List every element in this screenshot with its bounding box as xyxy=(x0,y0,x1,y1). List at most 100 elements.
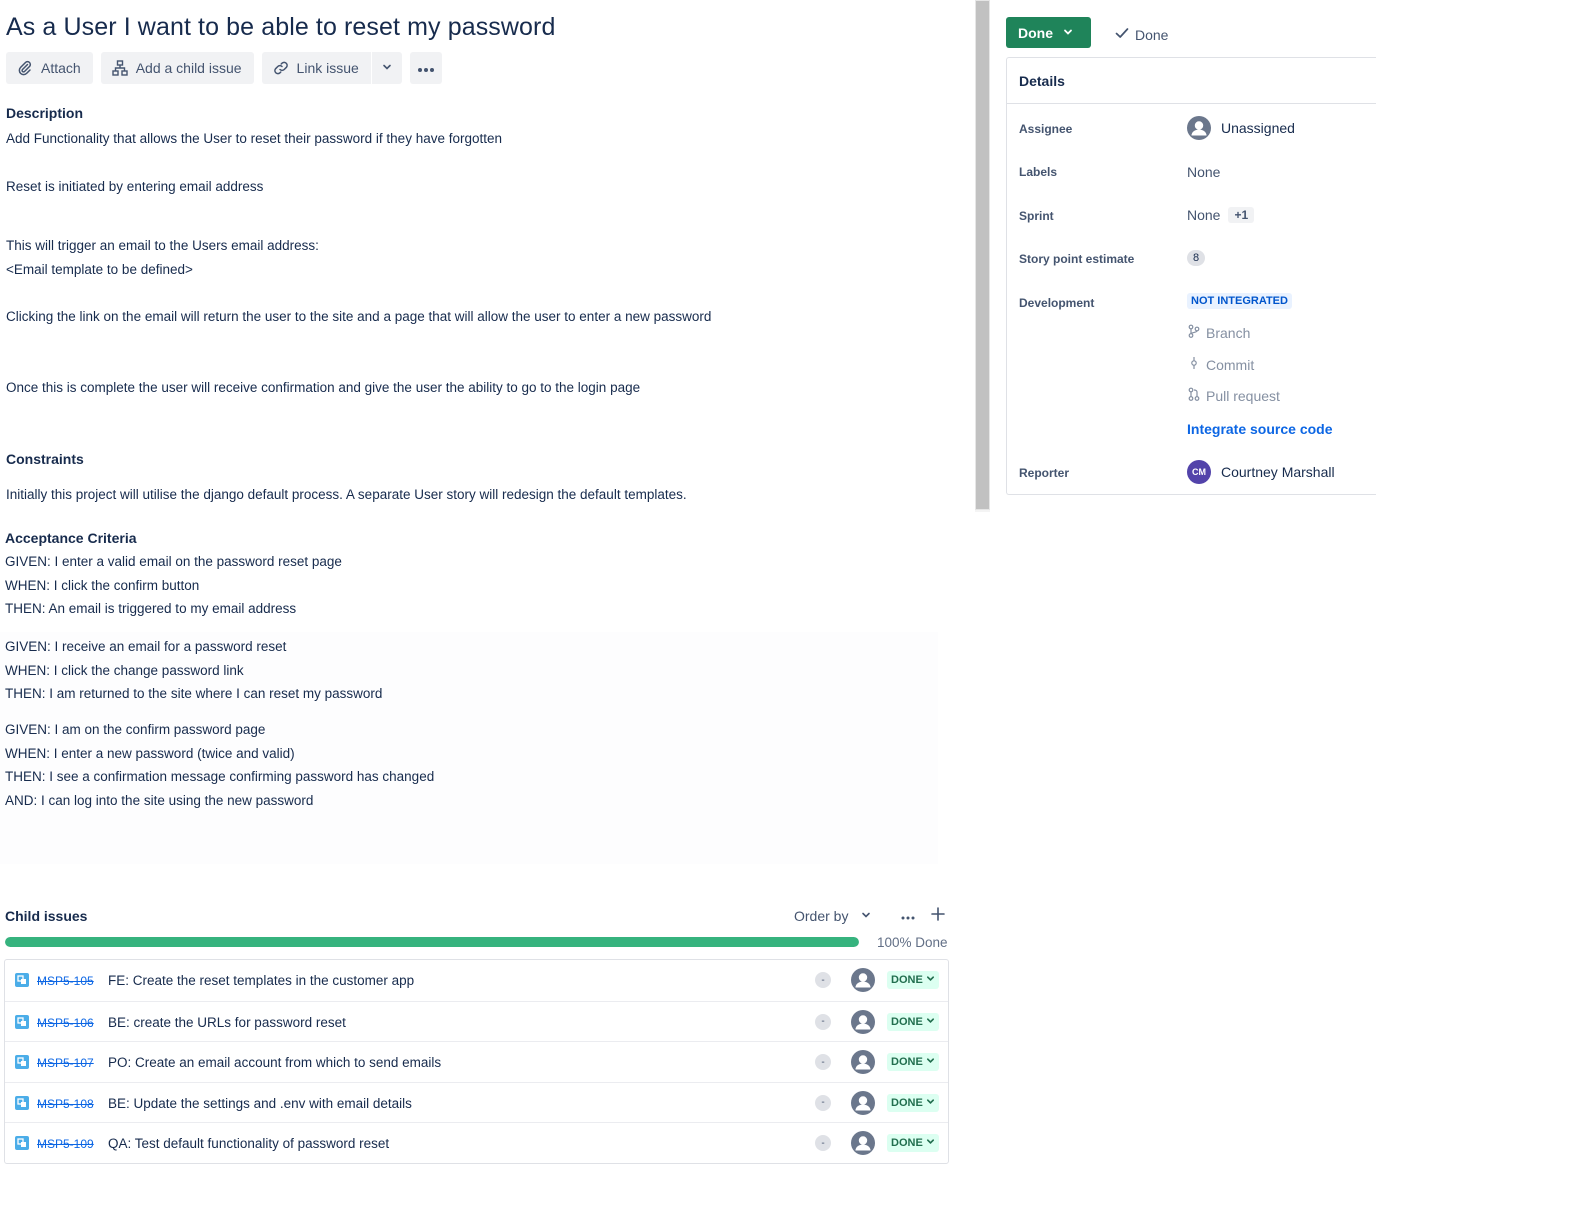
description-paragraph: Clicking the link on the email will retu… xyxy=(6,309,712,324)
add-child-issue-label: Add a child issue xyxy=(135,60,242,76)
story-point-field[interactable]: 8 xyxy=(1187,250,1205,266)
description-heading: Description xyxy=(6,105,84,121)
paperclip-icon xyxy=(16,59,34,77)
integrate-source-code-link[interactable]: Integrate source code xyxy=(1187,421,1333,437)
status-dropdown[interactable]: DONE xyxy=(887,1134,939,1152)
development-field: NOT INTEGRATED xyxy=(1187,293,1292,309)
subtask-icon xyxy=(15,1014,29,1029)
issue-summary[interactable]: BE: Update the settings and .env with em… xyxy=(108,1096,412,1111)
assignee-field[interactable]: Unassigned xyxy=(1187,116,1295,140)
status-dropdown[interactable]: DONE xyxy=(887,1012,939,1031)
link-issue-label: Link issue xyxy=(296,60,359,76)
link-issue-dropdown-button[interactable] xyxy=(371,52,402,84)
development-status-lozenge: NOT INTEGRATED xyxy=(1187,293,1292,309)
table-row[interactable]: MSP5-109 QA: Test default functionality … xyxy=(5,1122,948,1163)
scrollbar-thumb[interactable] xyxy=(975,0,990,510)
status-dropdown[interactable]: DONE xyxy=(887,1093,939,1112)
link-issue-button[interactable]: Link issue xyxy=(261,52,371,84)
labels-value: None xyxy=(1187,164,1221,180)
attach-button[interactable]: Attach xyxy=(6,52,93,84)
add-child-issue-plus-button[interactable] xyxy=(928,904,948,928)
add-child-issue-button[interactable]: Add a child issue xyxy=(100,52,254,84)
status-label: DONE xyxy=(891,1096,923,1109)
issue-toolbar: Attach Add a child issue Link issue xyxy=(6,52,442,84)
chevron-down-icon xyxy=(926,1137,935,1149)
pull-request-label: Pull request xyxy=(1206,387,1280,404)
status-transition-button[interactable]: Done xyxy=(1006,17,1091,48)
attach-label: Attach xyxy=(41,60,81,76)
status-label: DONE xyxy=(891,1056,923,1068)
issue-summary[interactable]: PO: Create an email account from which t… xyxy=(108,1055,441,1070)
priority-icon: - xyxy=(815,1054,831,1070)
description-paragraph: Once this is complete the user will rece… xyxy=(6,380,641,395)
issue-key-link[interactable]: MSP5-105 xyxy=(37,974,94,988)
sprint-label: Sprint xyxy=(1019,209,1054,223)
table-row[interactable]: MSP5-106 BE: create the URLs for passwor… xyxy=(5,1000,948,1042)
order-by-label: Order by xyxy=(794,908,849,924)
pull-request-icon xyxy=(1188,387,1200,404)
status-label: DONE xyxy=(891,974,923,986)
development-label: Development xyxy=(1019,296,1095,310)
subtask-icon xyxy=(15,1136,29,1150)
scrollbar[interactable] xyxy=(975,0,990,512)
branch-label: Branch xyxy=(1206,324,1251,341)
branch-link[interactable]: Branch xyxy=(1188,324,1250,341)
status-dropdown[interactable]: DONE xyxy=(887,1053,939,1071)
chevron-down-icon xyxy=(926,1056,935,1068)
priority-icon: - xyxy=(815,1094,831,1111)
order-by-button[interactable]: Order by xyxy=(794,908,872,924)
more-actions-button[interactable] xyxy=(409,52,442,84)
commit-icon xyxy=(1188,356,1200,373)
resolution-indicator: Done xyxy=(1114,25,1168,44)
subtask-icon xyxy=(15,973,29,987)
pull-request-link[interactable]: Pull request xyxy=(1188,387,1280,404)
labels-field[interactable]: None xyxy=(1187,164,1220,180)
status-label: DONE xyxy=(891,1137,923,1149)
child-issues-progress-bar xyxy=(5,937,859,947)
user-avatar-icon[interactable] xyxy=(851,1050,875,1074)
check-icon xyxy=(1114,25,1130,44)
issue-key-link[interactable]: MSP5-109 xyxy=(37,1137,94,1151)
sprint-field[interactable]: None +1 xyxy=(1187,207,1255,223)
subtask-icon xyxy=(15,1095,29,1110)
link-icon xyxy=(272,59,290,77)
chevron-down-icon xyxy=(1062,25,1074,41)
issue-summary[interactable]: QA: Test default functionality of passwo… xyxy=(108,1136,389,1151)
chevron-down-icon xyxy=(860,908,872,924)
acceptance-line: GIVEN: I receive an email for a password… xyxy=(5,639,287,654)
branch-icon xyxy=(1188,324,1200,341)
table-row[interactable]: MSP5-105 FE: Create the reset templates … xyxy=(5,960,948,1001)
user-avatar-icon[interactable] xyxy=(851,1009,875,1034)
labels-label: Labels xyxy=(1019,165,1058,179)
progress-bar-fill xyxy=(5,937,859,947)
more-icon xyxy=(417,60,435,76)
child-issues-more-button[interactable] xyxy=(898,904,918,928)
commit-link[interactable]: Commit xyxy=(1188,356,1254,373)
details-heading[interactable]: Details xyxy=(1007,58,1376,104)
user-avatar-icon[interactable] xyxy=(851,1090,875,1115)
acceptance-line: THEN: I see a confirmation message confi… xyxy=(5,769,435,784)
table-row[interactable]: MSP5-107 PO: Create an email account fro… xyxy=(5,1041,948,1082)
issue-key-link[interactable]: MSP5-106 xyxy=(37,1016,94,1030)
assignee-label: Assignee xyxy=(1019,122,1073,136)
sprint-extra-badge[interactable]: +1 xyxy=(1228,207,1255,223)
priority-icon: - xyxy=(815,1135,831,1151)
user-avatar-icon[interactable] xyxy=(851,968,875,992)
reporter-field[interactable]: CM Courtney Marshall xyxy=(1187,460,1335,484)
status-dropdown[interactable]: DONE xyxy=(887,971,939,989)
user-avatar-icon[interactable] xyxy=(851,1131,875,1155)
issue-key-link[interactable]: MSP5-107 xyxy=(37,1056,94,1070)
issue-title[interactable]: As a User I want to be able to reset my … xyxy=(6,13,556,42)
progress-text: 100% Done xyxy=(877,935,948,950)
reporter-label: Reporter xyxy=(1019,466,1070,480)
priority-icon: - xyxy=(815,972,831,988)
issue-summary[interactable]: BE: create the URLs for password reset xyxy=(108,1015,346,1030)
resolution-label: Done xyxy=(1135,26,1169,43)
issue-main-panel: As a User I want to be able to reset my … xyxy=(0,0,975,1214)
issue-summary[interactable]: FE: Create the reset templates in the cu… xyxy=(108,973,414,988)
reporter-value: Courtney Marshall xyxy=(1221,464,1335,480)
table-row[interactable]: MSP5-108 BE: Update the settings and .en… xyxy=(5,1081,948,1123)
user-avatar-icon xyxy=(1187,116,1211,140)
issue-key-link[interactable]: MSP5-108 xyxy=(37,1097,94,1111)
acceptance-line: AND: I can log into the site using the n… xyxy=(5,793,314,808)
